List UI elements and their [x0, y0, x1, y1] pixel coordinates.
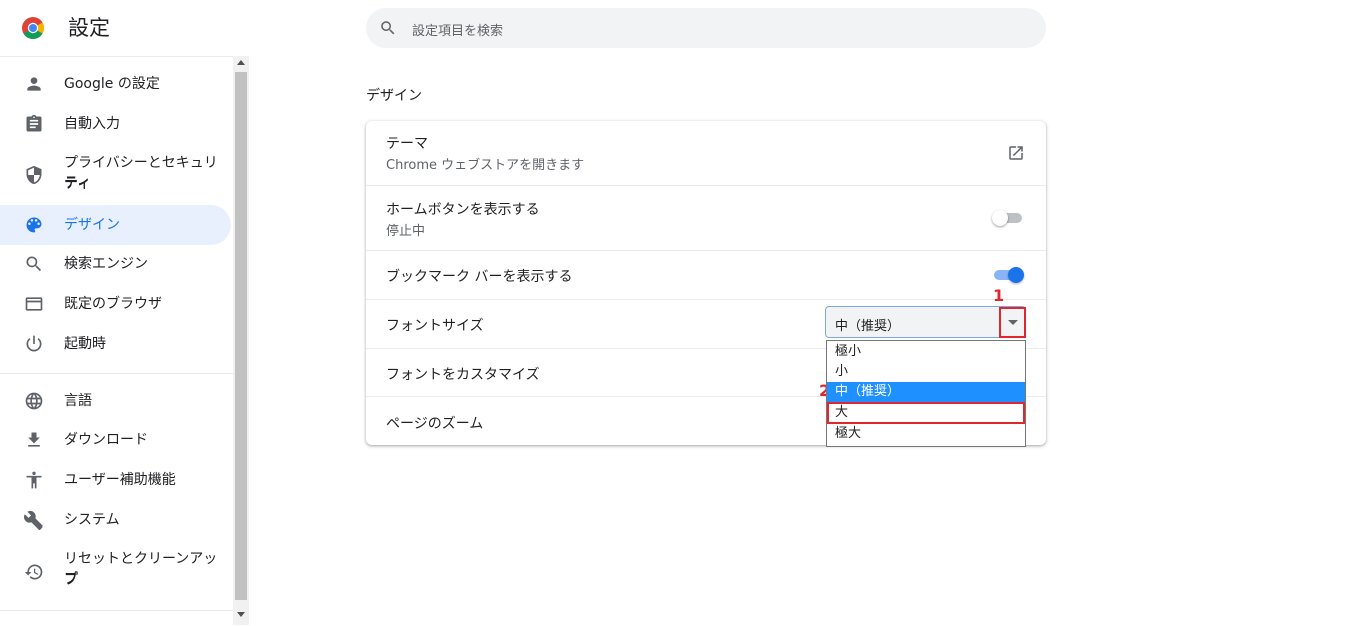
search-icon: [26, 256, 42, 272]
sidebar-item-label: 言語: [64, 393, 92, 409]
sidebar: Google の設定 自動入力 プライバシーとセキュリティ ティ デザイン 検索…: [0, 56, 233, 626]
scrollbar-thumb[interactable]: [235, 72, 247, 600]
sidebar-item-label: ダウンロード: [64, 432, 148, 448]
globe-icon: [25, 392, 43, 410]
sidebar-item-label: 起動時: [64, 336, 106, 352]
sidebar-item-autofill[interactable]: 自動入力: [0, 104, 231, 144]
page-title: 設定: [68, 16, 110, 40]
sidebar-item-default-browser[interactable]: 既定のブラウザ: [0, 284, 231, 324]
font-size-select-value: 中（推奨）: [835, 319, 901, 334]
clipboard-icon: [26, 114, 42, 132]
sidebar-item-search-engine[interactable]: 検索エンジン: [0, 244, 231, 284]
sidebar-item-label-line2: プ: [64, 572, 78, 588]
font-size-option-small[interactable]: 小: [827, 362, 1025, 382]
theme-row[interactable]: テーマ Chrome ウェブストアを開きます: [366, 121, 1046, 185]
sidebar-item-label: Google の設定: [64, 76, 160, 92]
sidebar-item-downloads[interactable]: ダウンロード: [0, 420, 231, 460]
person-icon: [27, 77, 41, 91]
sidebar-item-google[interactable]: Google の設定: [0, 64, 231, 104]
sidebar-item-languages[interactable]: 言語: [0, 381, 231, 421]
palette-icon: [26, 217, 42, 233]
scroll-up-arrow-icon[interactable]: [237, 60, 245, 65]
home-button-label: ホームボタンを表示する: [386, 202, 540, 218]
font-size-option-very-small[interactable]: 極小: [827, 342, 1025, 362]
sidebar-item-reset[interactable]: リセットとクリーンアップ プ: [0, 540, 231, 600]
section-title: デザイン: [366, 88, 422, 104]
font-size-dropdown-list: 極小 小 中（推奨） 大 極大: [826, 340, 1026, 447]
font-size-select[interactable]: 中（推奨）: [825, 306, 1026, 338]
bookmarks-bar-row[interactable]: ブックマーク バーを表示する: [366, 250, 1046, 299]
sidebar-item-accessibility[interactable]: ユーザー補助機能: [0, 460, 231, 500]
sidebar-item-label-line2: ティ: [64, 176, 92, 192]
bookmarks-bar-toggle[interactable]: [992, 267, 1024, 283]
sidebar-item-label: システム: [64, 512, 120, 528]
font-size-label: フォントサイズ: [386, 318, 484, 334]
page-zoom-label: ページのズーム: [386, 416, 484, 432]
sidebar-item-privacy[interactable]: プライバシーとセキュリティ ティ: [0, 144, 231, 204]
scroll-down-arrow-icon[interactable]: [237, 612, 245, 617]
shield-icon: [26, 165, 42, 185]
home-button-row[interactable]: ホームボタンを表示する 停止中: [366, 185, 1046, 250]
download-icon: [28, 432, 40, 447]
sidebar-item-label: リセットとクリーンアップ: [64, 551, 218, 587]
sidebar-item-label: ユーザー補助機能: [64, 472, 176, 488]
accessibility-icon: [26, 471, 42, 489]
font-size-option-medium[interactable]: 中（推奨）: [827, 382, 1025, 402]
home-button-status: 停止中: [386, 224, 426, 239]
sidebar-item-label: 既定のブラウザ: [64, 296, 162, 312]
sidebar-item-design[interactable]: デザイン: [0, 205, 231, 245]
sidebar-item-system[interactable]: システム: [0, 500, 231, 540]
history-icon: [24, 564, 43, 580]
annotation-number-1: 1: [993, 286, 1005, 305]
theme-label: テーマ: [386, 136, 428, 152]
sidebar-divider: [0, 373, 233, 374]
chrome-logo: [22, 17, 44, 39]
open-external-icon[interactable]: [1007, 144, 1025, 162]
sidebar-item-label: 自動入力: [64, 116, 120, 132]
font-size-option-large[interactable]: 大: [827, 402, 1025, 424]
toggle-knob: [1008, 267, 1024, 283]
customize-fonts-label: フォントをカスタマイズ: [386, 367, 540, 383]
wrench-icon: [24, 510, 43, 530]
bookmarks-bar-label: ブックマーク バーを表示する: [386, 269, 573, 285]
chevron-down-icon[interactable]: [1008, 320, 1018, 325]
search-input[interactable]: 設定項目を検索: [412, 20, 503, 39]
header: 設定 設定項目を検索: [0, 0, 1366, 56]
search-bar[interactable]: 設定項目を検索: [366, 8, 1046, 48]
browser-icon: [25, 297, 43, 311]
sidebar-item-label: 検索エンジン: [64, 256, 148, 272]
power-icon: [26, 335, 42, 352]
search-icon: [381, 21, 395, 35]
font-size-option-very-large[interactable]: 極大: [827, 424, 1025, 444]
sidebar-item-on-startup[interactable]: 起動時: [0, 324, 231, 364]
home-button-toggle[interactable]: [992, 210, 1024, 226]
toggle-knob: [992, 210, 1008, 226]
theme-sublabel: Chrome ウェブストアを開きます: [386, 158, 585, 173]
sidebar-item-label: デザイン: [64, 217, 120, 233]
sidebar-divider: [0, 610, 233, 611]
sidebar-scrollbar[interactable]: [233, 56, 249, 625]
